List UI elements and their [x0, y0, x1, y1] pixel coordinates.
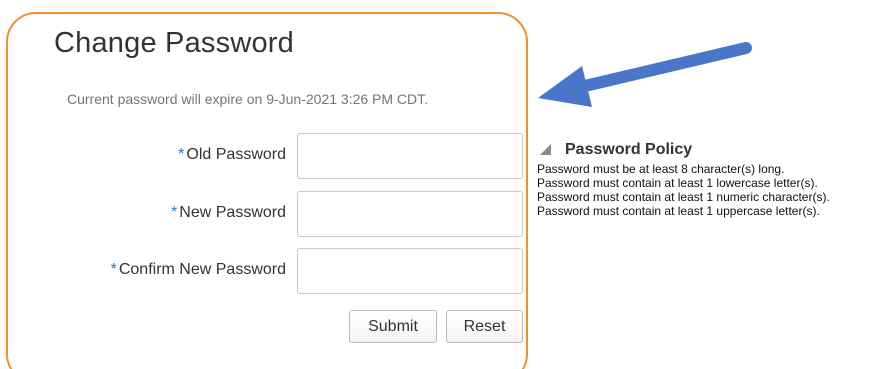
new-password-row: * New Password: [40, 191, 524, 237]
new-password-label-text: New Password: [179, 204, 286, 221]
confirm-password-row: * Confirm New Password: [40, 248, 524, 294]
old-password-input[interactable]: [297, 133, 523, 179]
reset-button[interactable]: Reset: [446, 310, 523, 343]
change-password-page: Change Password Current password will ex…: [0, 0, 894, 369]
confirm-password-label: * Confirm New Password: [111, 261, 286, 279]
password-policy-panel: Password Policy Password must be at leas…: [537, 141, 894, 218]
policy-rule: Password must contain at least 1 upperca…: [537, 204, 820, 218]
policy-rule: Password must contain at least 1 numeric…: [537, 190, 830, 204]
old-password-label-text: Old Password: [186, 146, 286, 163]
new-password-input[interactable]: [297, 191, 523, 237]
submit-button[interactable]: Submit: [349, 310, 437, 343]
new-password-label: * New Password: [171, 204, 286, 222]
old-password-label: * Old Password: [178, 146, 286, 164]
required-marker: *: [110, 261, 117, 278]
password-policy-title: Password Policy: [565, 141, 693, 158]
password-policy-header[interactable]: Password Policy: [537, 141, 894, 162]
policy-rule: Password must be at least 8 character(s)…: [537, 162, 785, 176]
arrow-pointer-icon: [538, 42, 752, 107]
password-expiry-note: Current password will expire on 9-Jun-20…: [67, 91, 429, 107]
password-policy-rules: Password must be at least 8 character(s)…: [537, 162, 894, 218]
page-title: Change Password: [54, 27, 294, 59]
triangle-collapse-icon[interactable]: [540, 144, 551, 155]
old-password-row: * Old Password: [40, 133, 524, 179]
confirm-password-input[interactable]: [297, 248, 523, 294]
confirm-password-label-text: Confirm New Password: [118, 261, 286, 278]
required-marker: *: [171, 204, 178, 221]
required-marker: *: [178, 146, 185, 163]
policy-rule: Password must contain at least 1 lowerca…: [537, 176, 818, 190]
